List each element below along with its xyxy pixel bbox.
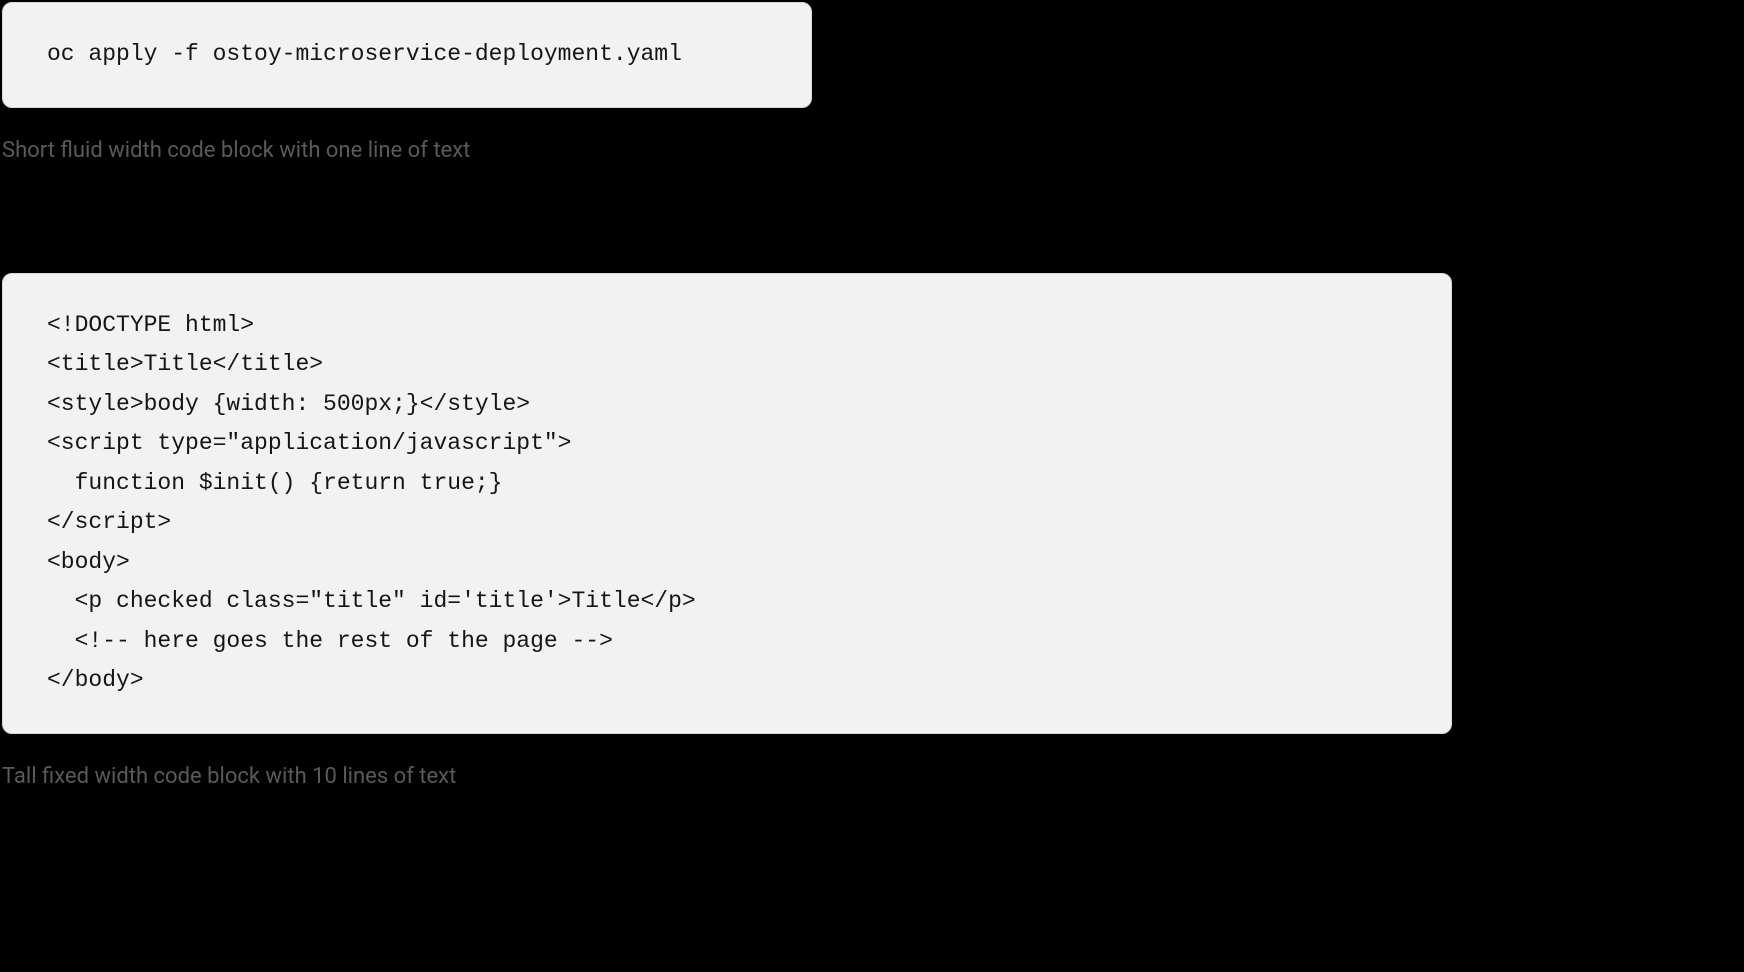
code-block-short: oc apply -f ostoy-microservice-deploymen… [2,2,812,108]
code-block-tall: <!DOCTYPE html> <title>Title</title> <st… [2,273,1452,734]
caption-short: Short fluid width code block with one li… [2,138,1742,163]
code-content-tall: <!DOCTYPE html> <title>Title</title> <st… [47,306,1407,701]
spacer [2,163,1742,273]
code-content-short: oc apply -f ostoy-microservice-deploymen… [47,35,767,75]
caption-tall: Tall fixed width code block with 10 line… [2,764,1742,789]
